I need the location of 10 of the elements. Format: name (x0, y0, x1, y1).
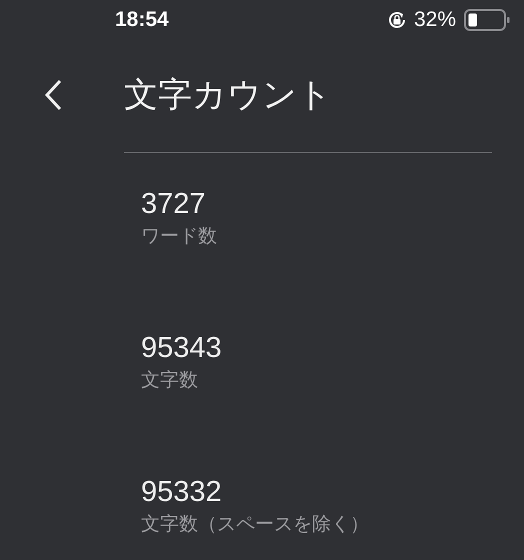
stat-label: ワード数 (141, 225, 218, 249)
battery-percentage: 32% (414, 8, 456, 32)
page-title: 文字カウント (124, 75, 332, 116)
stat-value: 95343 (141, 331, 223, 366)
stat-value: 95332 (141, 475, 223, 510)
stat-value: 3727 (141, 187, 207, 222)
stat-label: 文字数（スペースを除く） (141, 513, 370, 537)
battery-icon (464, 8, 510, 32)
status-time: 18:54 (115, 8, 169, 32)
stat-label: 文字数 (141, 369, 199, 393)
